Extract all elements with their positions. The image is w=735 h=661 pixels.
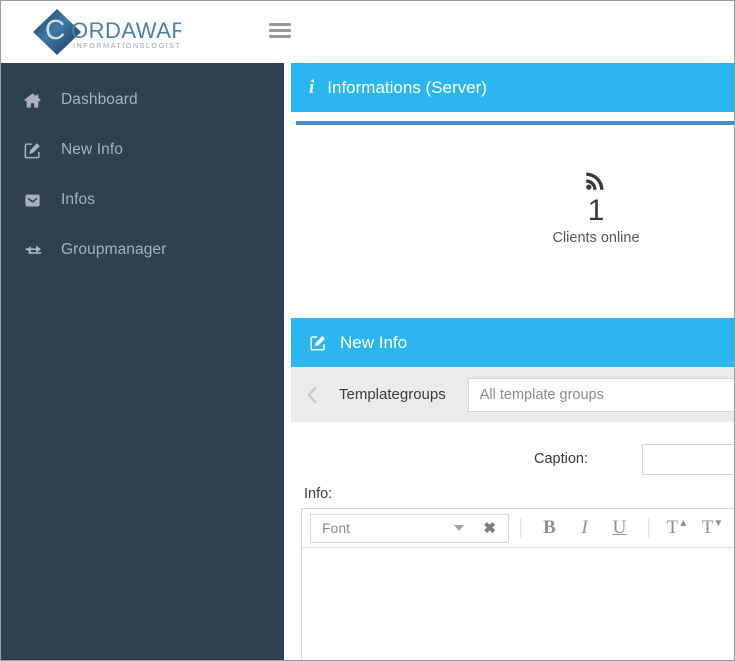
svg-text:INFORMATIONSLOGISTIK: INFORMATIONSLOGISTIK xyxy=(73,41,181,50)
hamburger-menu-icon[interactable] xyxy=(267,21,293,43)
sidebar-item-label: Dashboard xyxy=(61,91,138,108)
rich-text-editor: Font ✖ B I U T ▲ T ▼ xyxy=(301,508,734,660)
sidebar-item-dashboard[interactable]: Dashboard xyxy=(1,75,284,125)
caret-down-icon: ▼ xyxy=(713,517,724,529)
caption-input[interactable] xyxy=(642,443,734,475)
panel-spacer xyxy=(291,246,734,318)
svg-text:ORDAWARE: ORDAWARE xyxy=(71,18,181,43)
clients-online-label: Clients online xyxy=(552,230,640,246)
clear-x-icon[interactable]: ✖ xyxy=(483,521,496,536)
toolbar-separator xyxy=(520,518,521,538)
sidebar-item-new-info[interactable]: New Info xyxy=(1,125,284,175)
svg-text:C: C xyxy=(45,14,65,45)
rss-signal-icon xyxy=(291,167,734,193)
clients-online-stat: 1 Clients online xyxy=(291,125,734,246)
sidebar-item-label: Groupmanager xyxy=(61,241,167,258)
templategroups-toolbar: Templategroups All template groups xyxy=(291,367,734,422)
clients-online-value: 1 xyxy=(587,194,605,227)
info-label: Info: xyxy=(304,486,333,502)
cordaware-logo: C ORDAWARE INFORMATIONSLOGISTIK xyxy=(31,6,181,58)
sidebar-item-label: Infos xyxy=(61,191,96,208)
sidebar-nav: Dashboard New Info Infos Groupmanager xyxy=(1,63,284,660)
panel-body: 1 Clients online xyxy=(291,112,734,246)
bold-button[interactable]: B xyxy=(536,514,563,543)
sidebar-item-infos[interactable]: Infos xyxy=(1,175,284,225)
font-select[interactable]: Font ✖ xyxy=(310,513,509,543)
superscript-label: T xyxy=(666,517,679,538)
panel-title: New Info xyxy=(340,332,408,352)
panel-new-info: New Info Templategroups All template gro… xyxy=(291,318,734,660)
font-select-value: Font xyxy=(322,520,351,536)
new-info-form: Caption: Info: Font ✖ B I U T ▲ T ▼ xyxy=(291,422,734,660)
envelope-icon xyxy=(23,191,49,210)
edit-square-icon xyxy=(23,141,49,160)
hamburger-bar xyxy=(269,29,291,32)
templategroups-label: Templategroups xyxy=(339,386,446,403)
underline-button[interactable]: U xyxy=(606,514,633,543)
chevron-down-icon[interactable] xyxy=(454,525,464,531)
editor-toolbar: Font ✖ B I U T ▲ T ▼ xyxy=(302,509,734,548)
chevron-left-icon[interactable] xyxy=(305,384,321,406)
panel-title: Informations (Server) xyxy=(327,77,487,97)
subscript-button[interactable]: T ▼ xyxy=(699,514,726,543)
caption-row: Caption: xyxy=(291,442,734,476)
subscript-label: T xyxy=(701,517,714,538)
hamburger-bar xyxy=(269,35,291,38)
top-bar: C ORDAWARE INFORMATIONSLOGISTIK xyxy=(1,1,734,63)
edit-square-icon xyxy=(309,334,327,352)
caption-label: Caption: xyxy=(534,451,589,467)
sidebar-item-groupmanager[interactable]: Groupmanager xyxy=(1,225,284,275)
hamburger-bar xyxy=(269,23,291,26)
panel-server-informations: i Informations (Server) 1 Clients online xyxy=(291,63,734,246)
panel-header: New Info xyxy=(291,318,734,367)
home-icon xyxy=(23,91,49,110)
sidebar-item-label: New Info xyxy=(61,141,123,158)
panel-header: i Informations (Server) xyxy=(291,63,734,112)
templategroups-select[interactable]: All template groups xyxy=(467,377,734,412)
exchange-arrows-icon xyxy=(23,241,49,260)
templategroups-selected-value: All template groups xyxy=(479,386,604,403)
info-icon: i xyxy=(309,76,315,98)
app-window: C ORDAWARE INFORMATIONSLOGISTIK Dashboar… xyxy=(0,0,735,661)
superscript-button[interactable]: T ▲ xyxy=(664,514,691,543)
toolbar-separator xyxy=(648,518,649,538)
caret-up-icon: ▲ xyxy=(678,517,689,529)
main-content: i Informations (Server) 1 Clients online xyxy=(291,63,734,660)
editor-content-area[interactable] xyxy=(302,548,734,660)
italic-button[interactable]: I xyxy=(571,514,598,543)
